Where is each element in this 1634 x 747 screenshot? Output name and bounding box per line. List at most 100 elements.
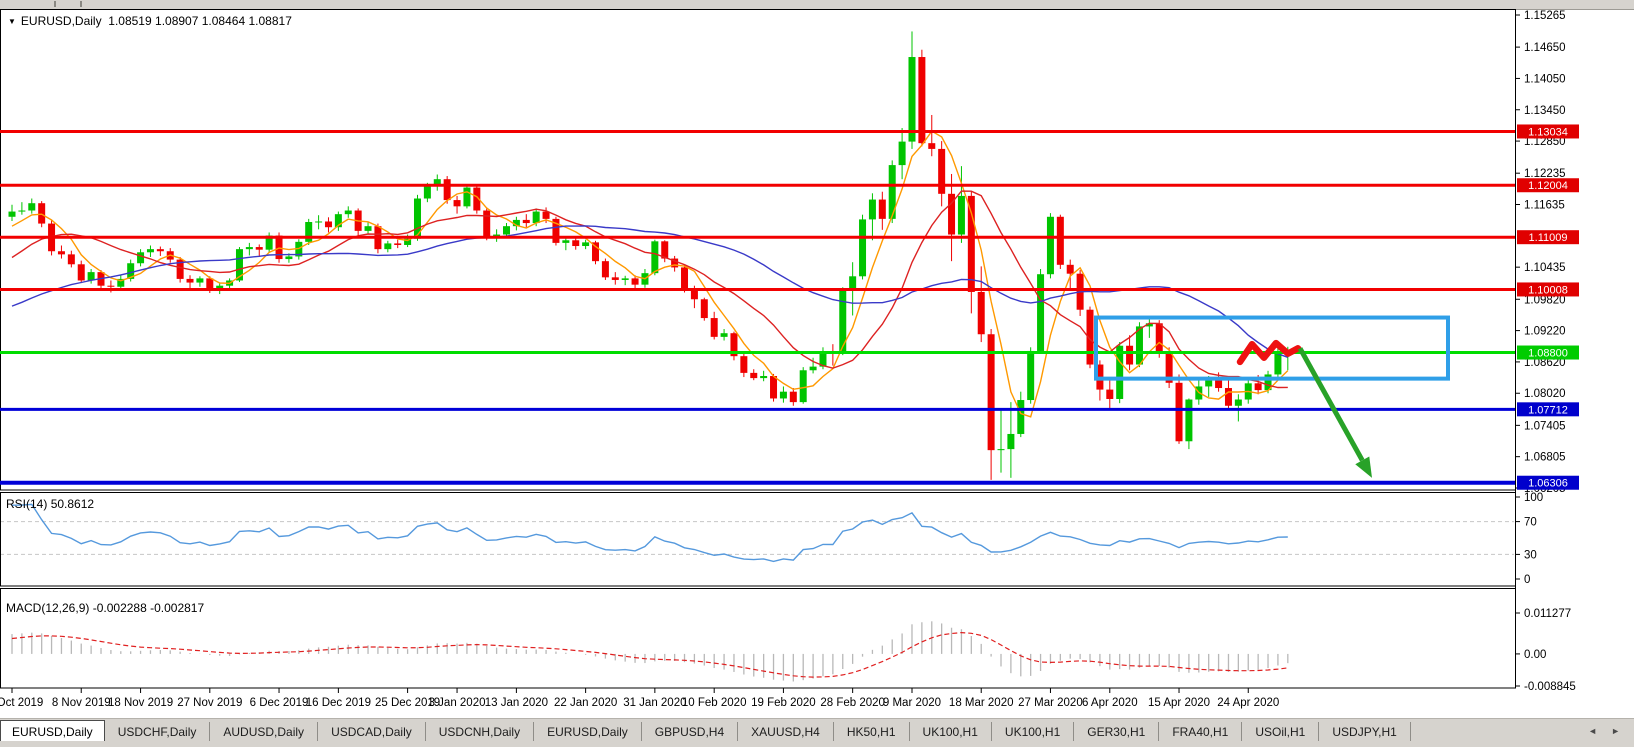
- candle-body: [632, 278, 639, 284]
- candle-body: [246, 247, 253, 249]
- price-tick-label: 1.11635: [1524, 200, 1565, 212]
- candle-body: [196, 278, 203, 282]
- candle-body: [78, 264, 85, 280]
- tab-audusd-daily[interactable]: AUDUSD,Daily: [210, 722, 318, 742]
- candle-body: [1047, 217, 1054, 274]
- candle-body: [1037, 274, 1044, 351]
- tab-gbpusd-h4[interactable]: GBPUSD,H4: [642, 722, 738, 742]
- candle-body: [602, 261, 609, 277]
- candle-body: [28, 203, 35, 210]
- candle-body: [157, 249, 164, 251]
- tab-usdchf-daily[interactable]: USDCHF,Daily: [105, 722, 211, 742]
- candle-body: [424, 186, 431, 199]
- main-chart-panel[interactable]: [1, 10, 1516, 491]
- candle-body: [483, 211, 490, 237]
- candle-body: [622, 278, 629, 280]
- symbol-name: EURUSD,Daily: [21, 14, 102, 28]
- macd-tick-label: 0.00: [1524, 649, 1546, 661]
- candle-body: [1235, 400, 1242, 406]
- candle-body: [463, 188, 470, 207]
- date-tick-label: 6 Apr 2020: [1082, 697, 1138, 709]
- chart-tab-bar: EURUSD,DailyUSDCHF,DailyAUDUSD,DailyUSDC…: [0, 718, 1634, 742]
- date-tick-label: 3 Jan 2020: [429, 697, 486, 709]
- tab-usdcad-daily[interactable]: USDCAD,Daily: [318, 722, 426, 742]
- candle-body: [582, 242, 589, 246]
- date-tick-label: 10 Feb 2020: [682, 697, 747, 709]
- candle-body: [1255, 383, 1262, 390]
- candle-body: [998, 449, 1005, 450]
- candle-body: [711, 318, 718, 337]
- price-badge-label: 1.08800: [1528, 348, 1568, 360]
- tab-usoil-h1[interactable]: USOil,H1: [1242, 722, 1319, 742]
- price-badge-label: 1.12004: [1528, 180, 1568, 192]
- candle-body: [9, 212, 16, 217]
- candle-body: [760, 376, 767, 378]
- price-tick-label: 1.06805: [1524, 452, 1566, 464]
- quote-close: 1.08817: [248, 14, 291, 28]
- candle-body: [107, 286, 114, 287]
- symbol-ohlc-line: ▼EURUSD,Daily 1.08519 1.08907 1.08464 1.…: [8, 14, 292, 28]
- candle-body: [651, 241, 658, 273]
- macd-axis: 0.0112770.00-0.008845: [1515, 608, 1576, 693]
- tab-scroll-left-icon[interactable]: ◄: [1588, 726, 1597, 736]
- rsi-tick-label: 0: [1524, 574, 1530, 586]
- date-tick-label: 24 Apr 2020: [1217, 697, 1279, 709]
- candle-body: [315, 221, 322, 222]
- price-tick-label: 1.08020: [1524, 388, 1566, 400]
- candle-body: [1215, 380, 1222, 388]
- symbol-dropdown-icon[interactable]: ▼: [8, 17, 16, 26]
- candle-body: [1067, 265, 1074, 274]
- macd-tick-label: 0.011277: [1524, 608, 1571, 620]
- candle-body: [740, 356, 747, 373]
- candle-body: [691, 290, 698, 299]
- candle-body: [701, 299, 708, 318]
- candle-body: [206, 278, 213, 289]
- price-tick-label: 1.09220: [1524, 326, 1566, 338]
- rsi-panel[interactable]: [1, 493, 1516, 587]
- tab-hk50-h1[interactable]: HK50,H1: [834, 722, 910, 742]
- candle-body: [810, 367, 817, 371]
- rsi-name: RSI(14): [6, 497, 47, 511]
- rsi-value: 50.8612: [51, 497, 94, 511]
- candle-body: [780, 392, 787, 399]
- date-tick-label: 28 Feb 2020: [820, 697, 885, 709]
- price-badge-label: 1.11009: [1529, 232, 1568, 244]
- date-tick-label: 9 Mar 2020: [883, 697, 941, 709]
- candle-body: [681, 267, 688, 289]
- candle-body: [978, 292, 985, 334]
- tab-uk100-h1[interactable]: UK100,H1: [910, 722, 992, 742]
- tab-ger30-h1[interactable]: GER30,H1: [1074, 722, 1159, 742]
- candle-body: [147, 249, 154, 252]
- tab-uk100-h1[interactable]: UK100,H1: [992, 722, 1074, 742]
- candle-body: [869, 200, 876, 220]
- date-tick-label: 27 Nov 2019: [177, 697, 242, 709]
- date-tick-label: 30 Oct 2019: [0, 697, 43, 709]
- tab-eurusd-daily[interactable]: EURUSD,Daily: [534, 722, 642, 742]
- candle-body: [18, 211, 25, 212]
- candle-body: [938, 149, 945, 194]
- date-axis: 30 Oct 20198 Nov 201918 Nov 201927 Nov 2…: [0, 689, 1279, 710]
- candle-body: [523, 220, 530, 223]
- tab-usdjpy-h1[interactable]: USDJPY,H1: [1319, 722, 1410, 742]
- chart-canvas[interactable]: 1.152651.146501.140501.134501.128501.122…: [0, 0, 1634, 718]
- date-tick-label: 27 Mar 2020: [1018, 697, 1083, 709]
- candle-body: [1017, 400, 1024, 434]
- candle-body: [68, 254, 75, 264]
- candle-body: [187, 279, 194, 283]
- price-tick-label: 1.10435: [1524, 262, 1566, 274]
- candle-body: [444, 179, 451, 200]
- macd-panel[interactable]: [1, 589, 1516, 689]
- date-tick-label: 18 Mar 2020: [949, 697, 1014, 709]
- tab-scroll-right-icon[interactable]: ►: [1611, 726, 1620, 736]
- date-tick-label: 22 Jan 2020: [554, 697, 617, 709]
- tab-eurusd-daily[interactable]: EURUSD,Daily: [0, 720, 105, 743]
- candle-body: [1057, 217, 1064, 265]
- tab-usdcnh-daily[interactable]: USDCNH,Daily: [426, 722, 534, 742]
- tab-xauusd-h4[interactable]: XAUUSD,H4: [738, 722, 834, 742]
- tab-fra40-h1[interactable]: FRA40,H1: [1159, 722, 1242, 742]
- price-tick-label: 1.07405: [1524, 420, 1566, 432]
- date-tick-label: 6 Dec 2019: [250, 697, 309, 709]
- tab-scroll-controls: ◄►: [1588, 719, 1634, 742]
- candle-body: [1176, 383, 1183, 441]
- price-tick-label: 1.14050: [1524, 73, 1566, 85]
